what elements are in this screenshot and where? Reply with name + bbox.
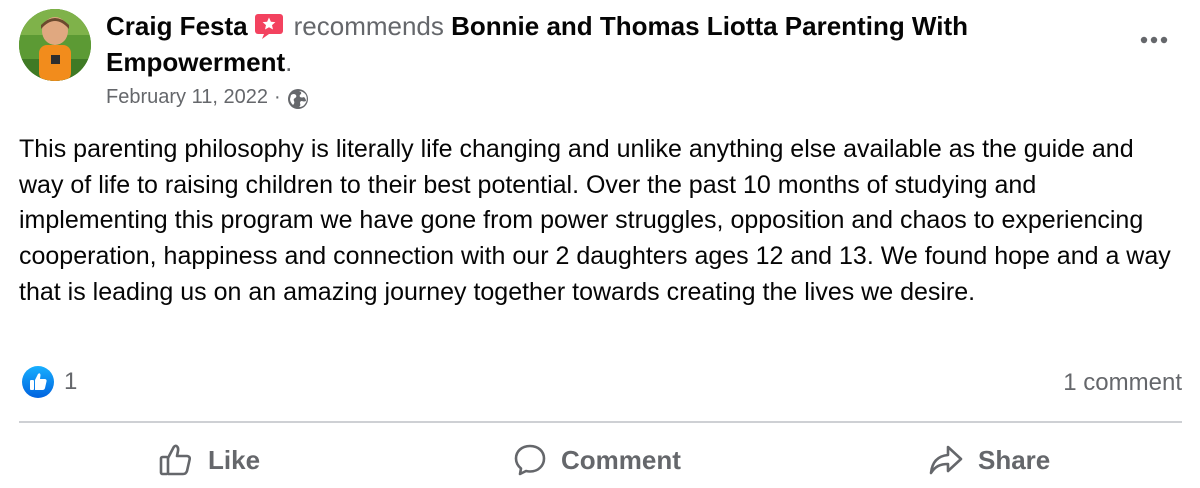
globe-icon	[287, 88, 309, 110]
like-reaction-icon	[22, 366, 54, 398]
date-separator: ·	[273, 86, 281, 108]
comment-bubble-icon	[514, 444, 546, 476]
author-name[interactable]: Craig Festa	[106, 11, 248, 41]
more-options-button[interactable]	[1136, 28, 1172, 52]
comment-label: Comment	[561, 444, 681, 475]
avatar[interactable]	[19, 9, 91, 81]
share-label: Share	[978, 444, 1051, 475]
post-body-text: This parenting philosophy is literally l…	[19, 135, 1171, 306]
reactions-summary[interactable]: 1	[22, 366, 77, 398]
avatar-image	[19, 9, 91, 81]
comment-count-link[interactable]: 1 comment	[1063, 369, 1182, 397]
post-date[interactable]: February 11, 2022	[106, 84, 268, 110]
like-button[interactable]: Like	[158, 438, 260, 482]
page-period: .	[285, 47, 293, 77]
like-label: Like	[208, 444, 261, 475]
comment-button[interactable]: Comment	[513, 438, 681, 482]
share-arrow-icon	[929, 445, 963, 475]
reaction-count: 1	[64, 368, 78, 395]
recommend-star-badge-icon	[254, 12, 284, 39]
ellipsis-icon	[1140, 36, 1168, 44]
share-button[interactable]: Share	[928, 438, 1050, 482]
divider	[19, 421, 1182, 423]
post-header: Craig Festa recommends Bonnie and Thomas…	[106, 8, 1066, 80]
post-meta: February 11, 2022 ·	[106, 84, 309, 110]
thumbs-up-icon	[159, 444, 192, 476]
recommends-verb: recommends	[293, 11, 444, 41]
